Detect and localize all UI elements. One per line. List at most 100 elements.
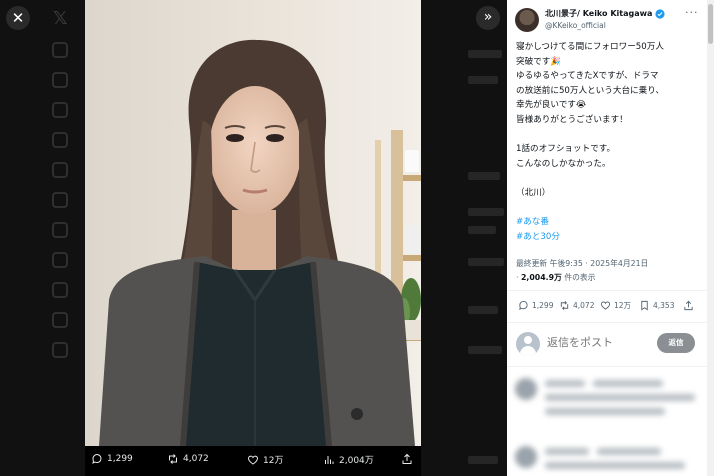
media-action-bar: 1,299 4,072 12万 2,004万 (85, 446, 421, 476)
separator-dot: · (516, 273, 519, 282)
views-label: 件の表示 (564, 273, 596, 282)
media-share-button[interactable] (401, 453, 413, 465)
blurred-text (593, 380, 663, 387)
media-reply-count: 1,299 (107, 454, 133, 464)
views-count: 2,004.9万 (520, 273, 562, 282)
background-text-line (468, 50, 502, 58)
share-icon (402, 453, 412, 464)
post-text-line: 1話のオフショットです。 (516, 144, 616, 155)
background-text-line (468, 76, 498, 84)
background-text-line (468, 208, 504, 216)
divider (507, 322, 707, 323)
bookmark-button[interactable]: 4,353 (639, 300, 674, 311)
post-photo[interactable] (85, 0, 421, 446)
media-like-count: 12万 (263, 456, 284, 466)
avatar (516, 332, 540, 356)
background-text-line (468, 172, 500, 180)
like-button[interactable]: 12万 (600, 300, 631, 311)
post-text-line: 皆様ありがとうございます！ (516, 114, 628, 125)
reply-input[interactable] (547, 336, 647, 349)
list-item (513, 446, 703, 476)
blurred-text (597, 448, 661, 455)
author-name-row[interactable]: 北川景子/ Keiko Kitagawa (545, 8, 665, 19)
repost-icon (169, 454, 177, 464)
post-text-line: の放送前に50万人という大台に乗り、 (516, 85, 665, 96)
divider (507, 290, 707, 291)
profile-icon (52, 312, 68, 328)
bookmark-icon (641, 300, 648, 311)
edited-label: 最終更新 (516, 259, 548, 268)
background-text-line (468, 306, 498, 314)
reply-submit-button[interactable]: 返信 (657, 333, 695, 353)
verified-orgs-icon (52, 282, 68, 298)
bookmark-count: 4,353 (653, 301, 675, 310)
background-right-column (468, 0, 508, 476)
share-icon (684, 300, 693, 311)
background-text-line (468, 456, 498, 464)
avatar (515, 446, 537, 468)
views-icon (325, 455, 334, 464)
repost-button[interactable]: 4,072 (559, 300, 594, 311)
blurred-text (545, 394, 695, 401)
search-icon (52, 72, 68, 88)
list-item (513, 378, 703, 438)
heart-icon (248, 455, 258, 465)
reply-icon (92, 454, 102, 464)
blurred-text (545, 408, 665, 415)
blurred-text (545, 380, 585, 387)
more-options-button[interactable]: ··· (685, 6, 699, 19)
media-repost-button[interactable]: 4,072 (167, 453, 209, 465)
more-icon (52, 342, 68, 358)
blurred-text (545, 448, 589, 455)
verified-badge-icon (655, 8, 665, 19)
post-text-line: 寝かしつけてる間にフォロワー50万人 (516, 42, 664, 52)
divider (507, 366, 707, 367)
hashtag-link[interactable]: #あと30分 (516, 230, 702, 245)
avatar (515, 378, 537, 400)
post-text: 寝かしつけてる間にフォロワー50万人 突破です🎉 ゆるゆるやってきたXですが、ド… (516, 40, 702, 244)
notifications-icon (52, 102, 68, 118)
grok-icon (52, 162, 68, 178)
post-text-line: 幸先が良いです😭 (516, 98, 702, 113)
close-button[interactable]: ✕ (6, 6, 30, 30)
heart-icon (600, 301, 611, 310)
post-text-line: こんなのしかなかった。 (516, 158, 611, 169)
post-text-line: ​ (516, 201, 702, 216)
x-logo-icon: 𝕏 (53, 8, 68, 29)
portrait-illustration (85, 0, 421, 446)
scrollbar[interactable] (707, 0, 714, 476)
post-text-line: ​ (516, 128, 702, 143)
media-views-count: 2,004万 (339, 456, 374, 466)
post-actions: 1,299 4,072 12万 4,353 (507, 300, 707, 316)
bookmarks-icon (52, 192, 68, 208)
post-text-line: ​ (516, 171, 702, 186)
author-name[interactable]: 北川景子/ Keiko Kitagawa (545, 8, 652, 19)
crying-face-emoji: 😭 (575, 100, 586, 111)
post-date: 2025年4月21日 (590, 259, 649, 268)
post-text-line: ゆるゆるやってきたXですが、ドラマ (516, 71, 659, 82)
messages-icon (52, 132, 68, 148)
scrollbar-thumb[interactable] (708, 4, 713, 44)
media-views-button[interactable]: 2,004万 (323, 453, 374, 466)
reply-button[interactable]: 1,299 (518, 300, 553, 311)
post-detail-panel: 北川景子/ Keiko Kitagawa @KKeiko_official ··… (507, 0, 707, 476)
post-text-line: （北川） (516, 187, 551, 198)
expand-panel-button[interactable]: » (476, 6, 500, 30)
media-reply-button[interactable]: 1,299 (91, 453, 133, 465)
communities-icon (52, 222, 68, 238)
share-button[interactable] (683, 300, 694, 311)
premium-icon (52, 252, 68, 268)
avatar[interactable] (515, 8, 539, 32)
hashtag-link[interactable]: #あな番 (516, 215, 702, 230)
separator-dot: · (585, 259, 588, 268)
author-handle[interactable]: @KKeiko_official (545, 21, 606, 30)
post-timestamp[interactable]: 最終更新 午後9:35 · 2025年4月21日 (516, 258, 648, 269)
repost-icon (560, 301, 569, 310)
media-like-button[interactable]: 12万 (247, 453, 283, 466)
background-nav-rail: 𝕏 (44, 0, 118, 476)
home-icon (52, 42, 68, 58)
reply-icon (519, 300, 528, 311)
party-popper-emoji: 🎉 (550, 56, 562, 67)
post-views: · 2,004.9万 件の表示 (516, 272, 596, 283)
blurred-text (545, 462, 685, 469)
